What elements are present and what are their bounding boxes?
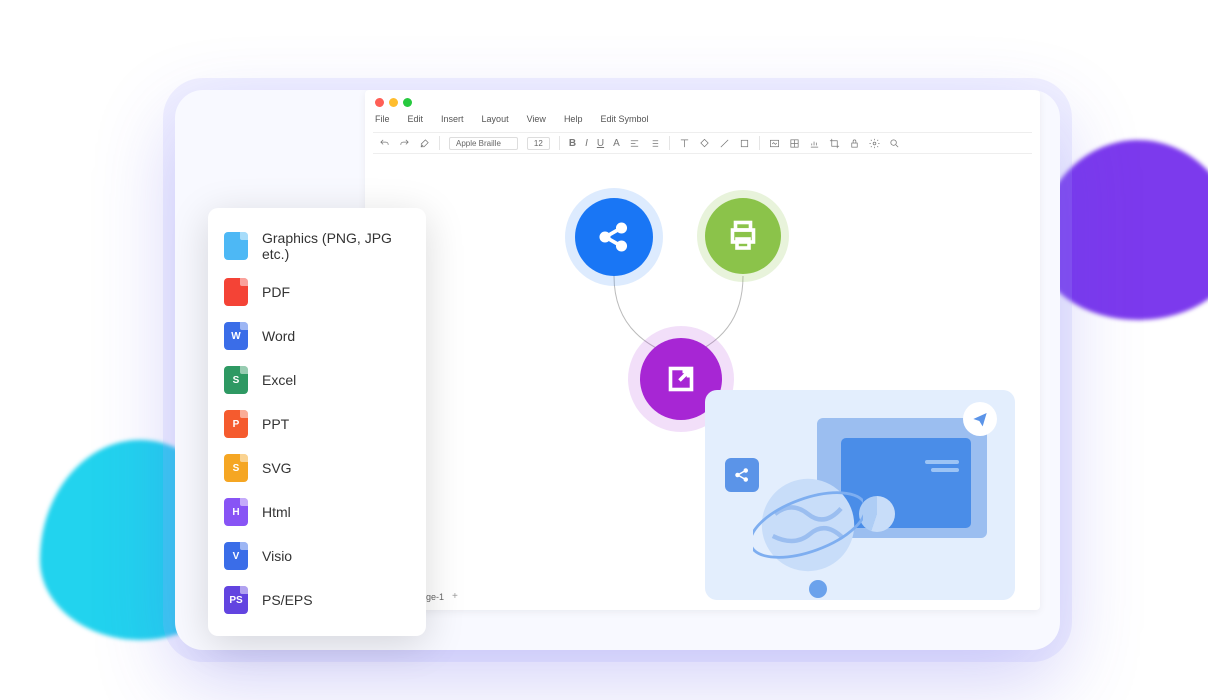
fill-icon[interactable] <box>699 138 710 149</box>
export-word[interactable]: W Word <box>220 314 414 358</box>
brush-icon[interactable] <box>419 138 430 149</box>
minimize-icon[interactable] <box>389 98 398 107</box>
export-pdf[interactable]: PDF <box>220 270 414 314</box>
line-icon[interactable] <box>719 138 730 149</box>
font-color-icon[interactable]: A <box>613 138 620 149</box>
menu-help[interactable]: Help <box>564 114 583 124</box>
export-visio[interactable]: V Visio <box>220 534 414 578</box>
export-svg[interactable]: S SVG <box>220 446 414 490</box>
font-size[interactable]: 12 <box>527 137 550 150</box>
globe-icon <box>753 470 863 580</box>
export-label: Html <box>262 504 291 520</box>
underline-icon[interactable]: U <box>597 138 604 149</box>
search-icon[interactable] <box>889 138 900 149</box>
illus-user-dot <box>809 580 827 598</box>
node-print[interactable] <box>705 198 781 274</box>
gear-icon[interactable] <box>869 138 880 149</box>
file-icon: S <box>224 366 248 394</box>
file-icon: P <box>224 410 248 438</box>
export-html[interactable]: H Html <box>220 490 414 534</box>
export-pseps[interactable]: PS PS/EPS <box>220 578 414 622</box>
file-icon <box>224 232 248 260</box>
export-label: Excel <box>262 372 296 388</box>
export-label: PPT <box>262 416 289 432</box>
add-page-button[interactable]: + <box>452 591 458 602</box>
illus-pie-icon <box>859 496 895 532</box>
crop-icon[interactable] <box>829 138 840 149</box>
menu-edit-symbol[interactable]: Edit Symbol <box>600 114 648 124</box>
bold-icon[interactable]: B <box>569 138 576 149</box>
maximize-icon[interactable] <box>403 98 412 107</box>
file-icon: S <box>224 454 248 482</box>
export-label: PDF <box>262 284 290 300</box>
illus-send-badge <box>963 402 997 436</box>
italic-icon[interactable]: I <box>585 138 588 149</box>
file-icon <box>224 278 248 306</box>
export-label: Visio <box>262 548 292 564</box>
menu-view[interactable]: View <box>527 114 546 124</box>
font-select[interactable]: Apple Braille <box>449 137 518 150</box>
toolbar: Apple Braille 12 B I U A <box>373 132 1032 154</box>
align-icon[interactable] <box>629 138 640 149</box>
menu-layout[interactable]: Layout <box>482 114 509 124</box>
export-label: Graphics (PNG, JPG etc.) <box>262 230 410 262</box>
table-icon[interactable] <box>789 138 800 149</box>
export-graphics[interactable]: Graphics (PNG, JPG etc.) <box>220 222 414 270</box>
list-icon[interactable] <box>649 138 660 149</box>
export-label: SVG <box>262 460 292 476</box>
redo-icon[interactable] <box>399 138 410 149</box>
file-icon: W <box>224 322 248 350</box>
text-icon[interactable] <box>679 138 690 149</box>
illus-line <box>931 468 959 472</box>
share-icon <box>596 219 632 255</box>
file-icon: PS <box>224 586 248 614</box>
menu-file[interactable]: File <box>375 114 390 124</box>
export-ppt[interactable]: P PPT <box>220 402 414 446</box>
export-label: PS/EPS <box>262 592 313 608</box>
file-icon: H <box>224 498 248 526</box>
illustration-card <box>705 390 1015 600</box>
print-icon <box>725 218 761 254</box>
decor-blob-purple <box>1038 140 1208 320</box>
export-excel[interactable]: S Excel <box>220 358 414 402</box>
lock-icon[interactable] <box>849 138 860 149</box>
menu-edit[interactable]: Edit <box>408 114 424 124</box>
shape-icon[interactable] <box>739 138 750 149</box>
undo-icon[interactable] <box>379 138 390 149</box>
window-controls <box>375 98 412 107</box>
image-icon[interactable] <box>769 138 780 149</box>
node-share[interactable] <box>575 198 653 276</box>
chart-icon[interactable] <box>809 138 820 149</box>
export-label: Word <box>262 328 295 344</box>
illus-line <box>925 460 959 464</box>
file-icon: V <box>224 542 248 570</box>
export-icon <box>663 361 699 397</box>
export-format-menu: Graphics (PNG, JPG etc.)PDFWWordSExcelPP… <box>208 208 426 636</box>
menu-bar: File Edit Insert Layout View Help Edit Symbol <box>375 114 648 124</box>
menu-insert[interactable]: Insert <box>441 114 464 124</box>
close-icon[interactable] <box>375 98 384 107</box>
